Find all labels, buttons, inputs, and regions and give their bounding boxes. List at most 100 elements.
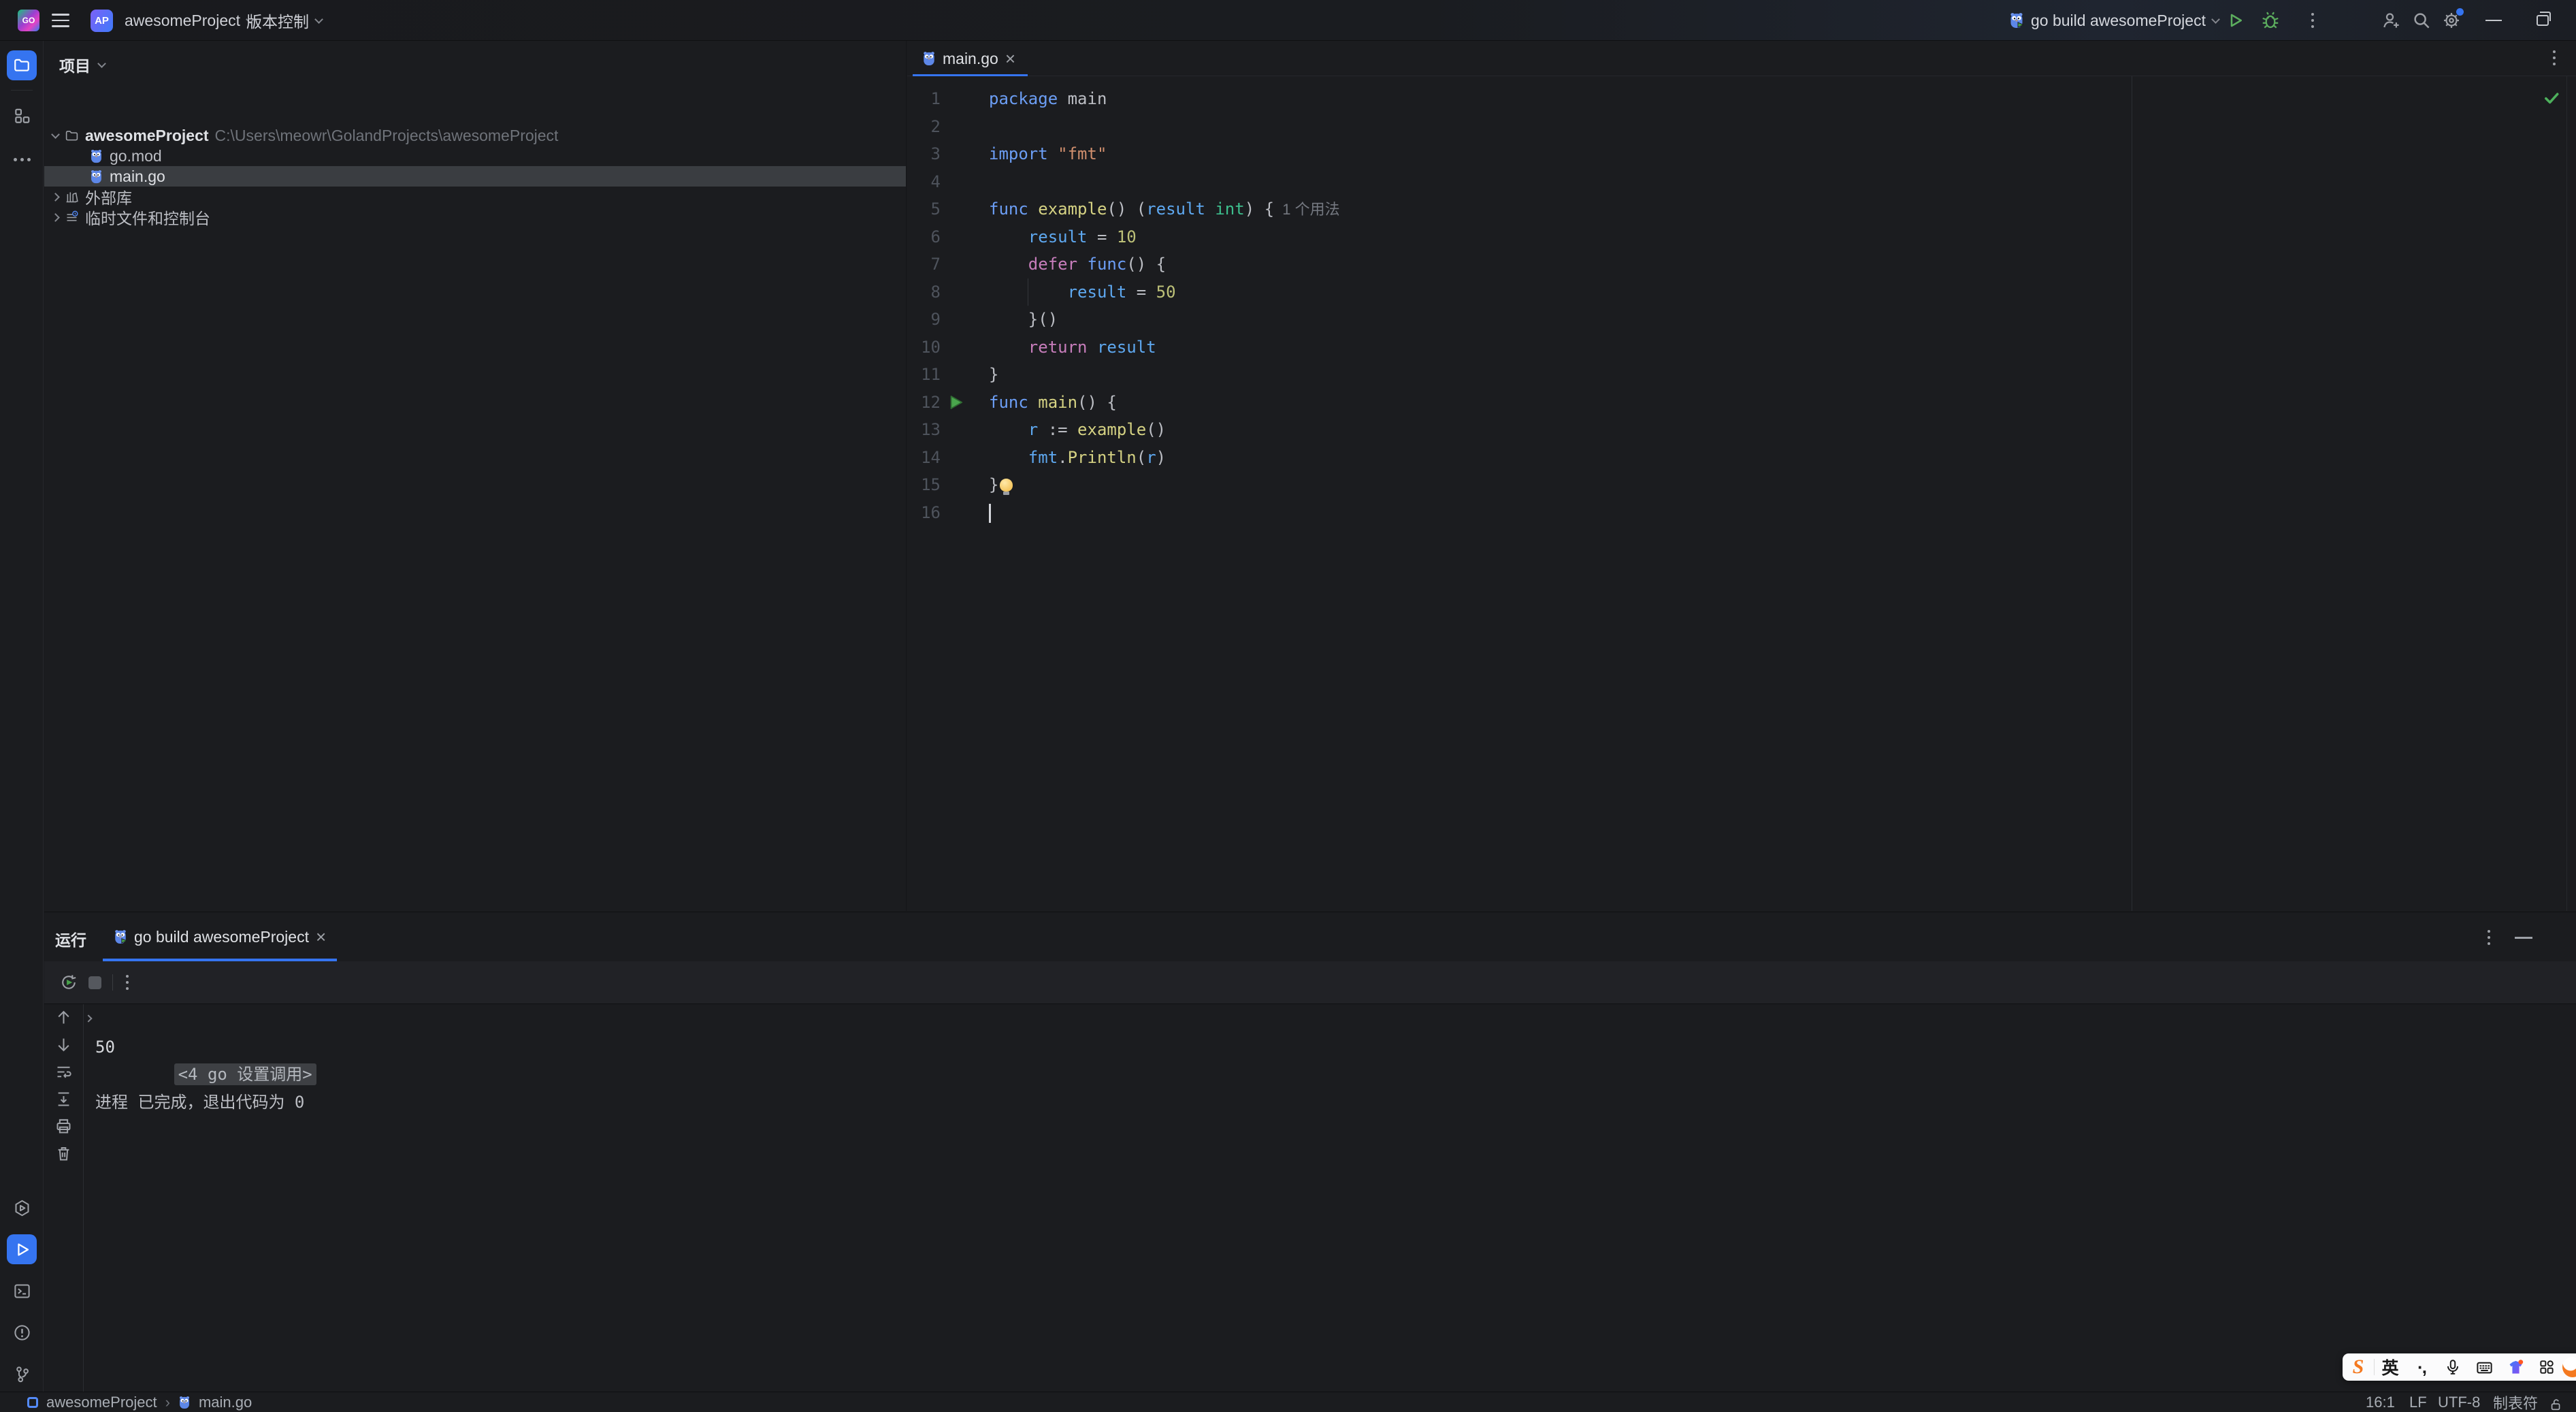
run-gutter-icon[interactable] — [948, 394, 964, 411]
code-line[interactable]: 8 result = 50 — [907, 278, 2576, 306]
code-token: ) — [1156, 447, 1167, 467]
ime-voice-input-button[interactable] — [2437, 1358, 2468, 1376]
project-widget[interactable]: awesomeProject — [125, 0, 255, 41]
encoding-widget[interactable]: UTF-8 — [2438, 1392, 2480, 1412]
intention-bulb-icon[interactable] — [1000, 479, 1013, 495]
project-tool-button[interactable] — [7, 50, 37, 80]
minimize-window-button[interactable] — [2483, 10, 2505, 31]
stop-button[interactable] — [85, 973, 104, 992]
close-tab-icon[interactable]: × — [316, 928, 326, 946]
more-tool-windows-button[interactable] — [7, 144, 37, 174]
code-line[interactable]: 5 func example() (result int) { 1 个用法 — [907, 195, 2576, 223]
hide-panel-button[interactable] — [2515, 937, 2532, 939]
code-token: return — [1028, 337, 1088, 357]
run-tab-go-build[interactable]: go build awesomeProject × — [103, 912, 338, 961]
code-with-me-button[interactable] — [2381, 10, 2402, 31]
code-line[interactable]: 9 }() — [907, 306, 2576, 334]
console-folded-line: <4 go 设置调用> — [84, 1006, 2576, 1085]
run-toolbar-more-icon[interactable] — [118, 973, 137, 992]
search-everywhere-button[interactable] — [2411, 10, 2432, 31]
file-lock-widget[interactable] — [2549, 1394, 2564, 1412]
code-line[interactable]: 16 — [907, 499, 2576, 527]
tree-item-scratches[interactable]: 临时文件和控制台 — [44, 207, 906, 227]
ime-toolbox-button[interactable] — [2531, 1358, 2562, 1376]
expand-fold-chevron-icon[interactable] — [84, 1014, 93, 1023]
code-area[interactable]: 1 package main 2 3 import "fmt" 4 5 func exampl… — [907, 76, 2576, 911]
more-actions-button[interactable] — [2302, 10, 2324, 31]
chevron-down-icon — [2211, 14, 2220, 24]
soft-wrap-icon[interactable] — [54, 1063, 73, 1081]
project-avatar[interactable]: AP — [91, 10, 113, 32]
tree-item-maingo-selected[interactable]: main.go — [44, 166, 906, 187]
code-line[interactable]: 3 import "fmt" — [907, 140, 2576, 168]
version-control-tool-button[interactable] — [7, 1359, 37, 1389]
chevron-down-icon[interactable] — [51, 129, 60, 139]
settings-gear-button[interactable] — [2441, 8, 2464, 31]
tree-item-external-libraries[interactable]: 外部库 — [44, 187, 906, 207]
debug-button[interactable] — [2260, 10, 2281, 31]
editor-tab-options-icon[interactable] — [2553, 50, 2556, 65]
tree-item-label: main.go — [110, 167, 165, 185]
prev-occurrence-icon[interactable] — [54, 1008, 73, 1027]
ime-keyboard-button[interactable] — [2468, 1358, 2500, 1377]
tree-item-label: 外部库 — [85, 189, 132, 207]
terminal-tool-button[interactable] — [7, 1276, 37, 1306]
ime-emoji-button-cropped[interactable] — [2562, 1357, 2576, 1377]
code-line[interactable]: 11} — [907, 361, 2576, 389]
run-panel-title: 运行 — [55, 931, 86, 949]
chevron-right-icon[interactable] — [51, 212, 60, 222]
breadcrumb-file[interactable]: main.go — [199, 1394, 252, 1411]
project-icon — [27, 1397, 38, 1408]
ime-punctuation-button[interactable]: ·, — [2406, 1357, 2437, 1378]
next-occurrence-icon[interactable] — [54, 1036, 73, 1054]
ime-language-mode-button[interactable]: 英 — [2375, 1355, 2406, 1379]
code-line[interactable]: 6 result = 10 — [907, 223, 2576, 251]
run-button[interactable] — [2224, 10, 2246, 31]
goland-logo-icon: GO — [18, 10, 39, 31]
ime-skin-button[interactable] — [2500, 1358, 2531, 1377]
restore-window-button[interactable] — [2532, 10, 2554, 31]
goland-logo-text: GO — [22, 16, 35, 25]
vcs-widget[interactable]: 版本控制 — [246, 0, 323, 41]
code-line[interactable]: 4 — [907, 168, 2576, 196]
scroll-to-end-icon[interactable] — [54, 1090, 73, 1108]
tree-item-project-root[interactable]: awesomeProject C:\Users\meowr\GolandProj… — [44, 125, 906, 146]
code-line[interactable]: 1 package main — [907, 85, 2576, 113]
code-line[interactable]: 7 defer func() { — [907, 251, 2576, 278]
print-icon[interactable] — [54, 1117, 73, 1136]
caret-position-widget[interactable]: 16:1 — [2366, 1392, 2395, 1412]
line-separator-widget[interactable]: LF — [2409, 1392, 2427, 1412]
run-tool-button[interactable] — [7, 1234, 37, 1264]
chevron-right-icon[interactable] — [51, 192, 60, 202]
services-tool-button[interactable] — [7, 1193, 37, 1223]
clear-console-trash-icon[interactable] — [54, 1144, 73, 1163]
line-number: 15 — [921, 475, 941, 494]
editor-tab-maingo[interactable]: main.go × — [913, 41, 1028, 76]
console-output[interactable]: <4 go 设置调用> 50 进程 已完成，退出代码为 0 — [84, 1004, 2576, 1392]
tree-item-gomod[interactable]: go.mod — [44, 146, 906, 166]
sogou-logo-button[interactable]: S — [2343, 1355, 2374, 1379]
indent-style-widget[interactable]: 制表符 — [2493, 1392, 2538, 1412]
project-panel-header[interactable]: 项目 — [59, 53, 106, 76]
run-panel-options-icon[interactable] — [2488, 930, 2490, 945]
breadcrumb-project[interactable]: awesomeProject — [46, 1394, 157, 1411]
code-line[interactable]: 15} — [907, 471, 2576, 499]
rerun-button[interactable] — [59, 973, 78, 992]
code-line[interactable]: 13 r := example() — [907, 416, 2576, 444]
code-line[interactable]: 12 func main() { — [907, 389, 2576, 417]
run-tab-label: go build awesomeProject — [134, 927, 309, 946]
problems-tool-button[interactable] — [7, 1317, 37, 1347]
main-menu-hamburger-icon[interactable] — [50, 0, 71, 41]
code-line[interactable]: 14 fmt.Println(r) — [907, 444, 2576, 472]
project-panel-title: 项目 — [59, 57, 91, 75]
code-line[interactable]: 2 — [907, 113, 2576, 141]
structure-tool-button[interactable] — [7, 101, 37, 131]
vcs-widget-label: 版本控制 — [246, 13, 309, 31]
run-configuration-widget[interactable]: go build awesomeProject — [2009, 0, 2220, 41]
code-line[interactable]: 10 return result — [907, 334, 2576, 362]
close-tab-icon[interactable]: × — [1005, 50, 1015, 67]
